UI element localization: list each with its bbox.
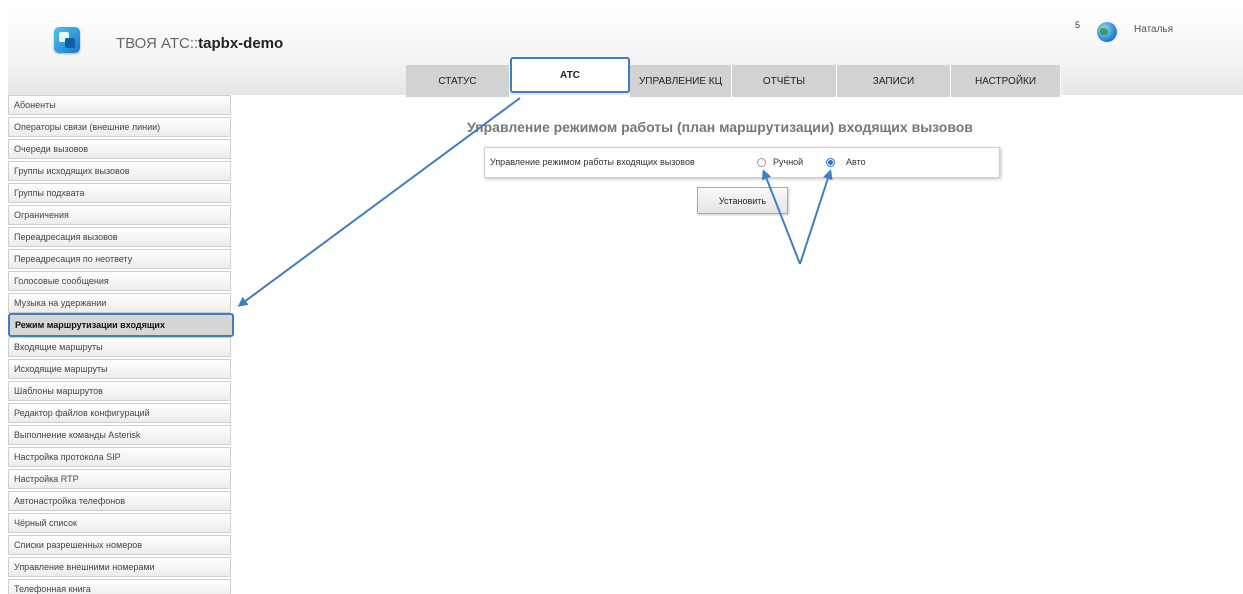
logo-icon (54, 27, 80, 53)
main-tabs: СТАТУС АТС УПРАВЛЕНИЕ КЦ ОТЧЁТЫ ЗАПИСИ Н… (406, 57, 1061, 97)
sidebar-item-route-templates[interactable]: Шаблоны маршрутов (8, 381, 231, 401)
routing-mode-form: Управление режимом работы входящих вызов… (484, 147, 1000, 178)
sidebar-item-no-answer-forwarding[interactable]: Переадресация по неответу (8, 249, 231, 269)
set-button[interactable]: Установить (697, 187, 788, 214)
tab-status[interactable]: СТАТУС (406, 65, 510, 97)
manual-mode-label[interactable]: Ручной (773, 157, 803, 167)
sidebar-item-outgoing-groups[interactable]: Группы исходящих вызовов (8, 161, 231, 181)
app-title: ТВОЯ АТС::tapbx-demo (116, 35, 283, 52)
sidebar-item-subscribers[interactable]: Абоненты (8, 95, 231, 115)
routing-mode-label: Управление режимом работы входящих вызов… (490, 157, 695, 167)
sidebar-item-external-numbers[interactable]: Управление внешними номерами (8, 557, 231, 577)
sidebar: Абоненты Операторы связи (внешние линии)… (8, 95, 234, 594)
manual-mode-radio[interactable] (757, 158, 766, 167)
sidebar-item-carriers[interactable]: Операторы связи (внешние линии) (8, 117, 231, 137)
sidebar-item-call-queues[interactable]: Очереди вызовов (8, 139, 231, 159)
sidebar-item-asterisk-command[interactable]: Выполнение команды Asterisk (8, 425, 231, 445)
tab-settings[interactable]: НАСТРОЙКИ (951, 65, 1061, 97)
sidebar-item-whitelist[interactable]: Списки разрешенных номеров (8, 535, 231, 555)
sidebar-item-music-on-hold[interactable]: Музыка на удержании (8, 293, 231, 313)
sidebar-item-call-forwarding[interactable]: Переадресация вызовов (8, 227, 231, 247)
app-name: ТВОЯ АТС:: (116, 35, 199, 52)
sidebar-item-config-editor[interactable]: Редактор файлов конфигураций (8, 403, 231, 423)
sidebar-item-rtp-settings[interactable]: Настройка RTP (8, 469, 231, 489)
sidebar-item-outgoing-routes[interactable]: Исходящие маршруты (8, 359, 231, 379)
globe-icon[interactable] (1097, 22, 1117, 42)
sidebar-item-incoming-routes[interactable]: Входящие маршруты (8, 337, 231, 357)
sidebar-item-incoming-routing-mode[interactable]: Режим маршрутизации входящих (8, 313, 234, 337)
sidebar-item-sip-settings[interactable]: Настройка протокола SIP (8, 447, 231, 467)
arrow-to-auto-radio (799, 169, 833, 265)
sidebar-item-phone-autoprovision[interactable]: Автонастройка телефонов (8, 491, 231, 511)
user-count-badge: 5 (1075, 20, 1081, 30)
page-title: Управление режимом работы (план маршрути… (467, 119, 973, 135)
sidebar-item-phonebook[interactable]: Телефонная книга (8, 579, 231, 594)
auto-mode-radio[interactable] (826, 158, 835, 167)
tab-ats[interactable]: АТС (510, 57, 630, 93)
tab-call-center[interactable]: УПРАВЛЕНИЕ КЦ (630, 65, 732, 97)
sidebar-item-blacklist[interactable]: Чёрный список (8, 513, 231, 533)
tab-reports[interactable]: ОТЧЁТЫ (732, 65, 837, 97)
tab-records[interactable]: ЗАПИСИ (837, 65, 951, 97)
page: ТВОЯ АТС::tapbx-demo 5 Наталья СТАТУС АТ… (0, 0, 1243, 594)
site-name: tapbx-demo (198, 35, 284, 52)
sidebar-item-restrictions[interactable]: Ограничения (8, 205, 231, 225)
sidebar-item-pickup-groups[interactable]: Группы подхвата (8, 183, 231, 203)
arrow-to-manual-radio (761, 169, 801, 265)
user-name-link[interactable]: Наталья (1134, 24, 1173, 35)
sidebar-item-voicemail[interactable]: Голосовые сообщения (8, 271, 231, 291)
auto-mode-label[interactable]: Авто (846, 157, 866, 167)
